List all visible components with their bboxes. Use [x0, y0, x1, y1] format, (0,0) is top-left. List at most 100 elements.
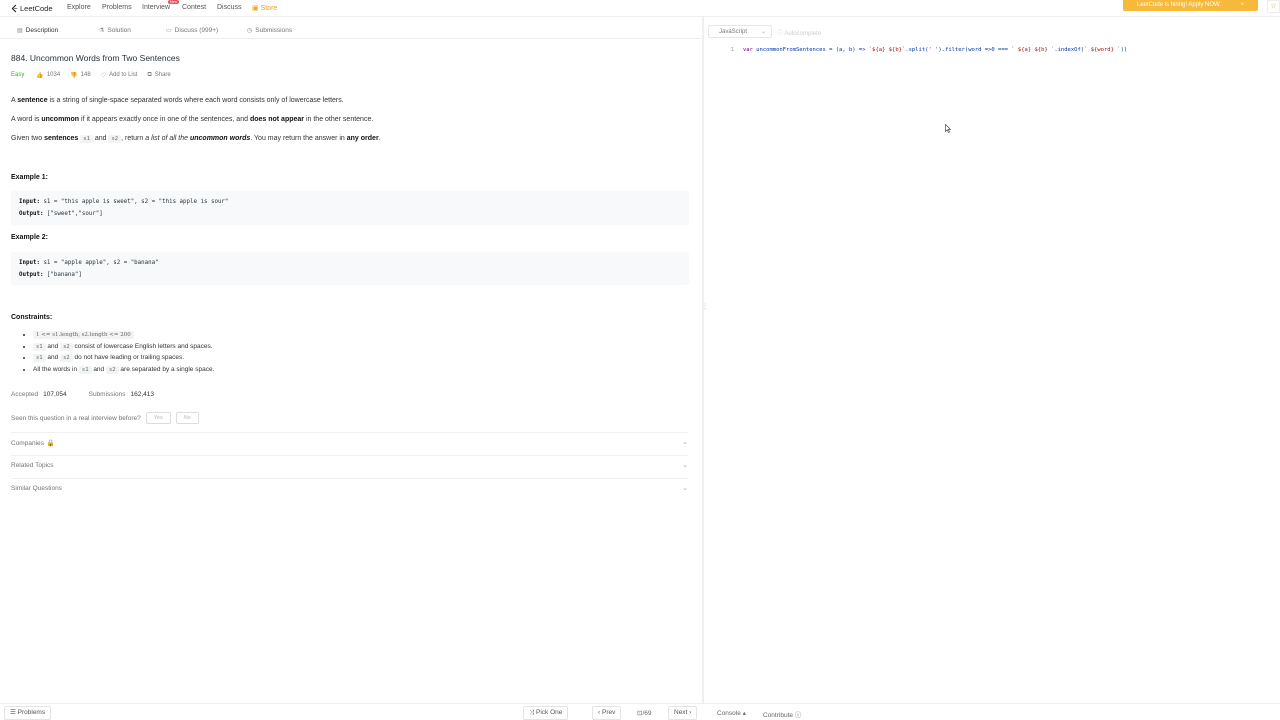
- share-button[interactable]: ⧉ Share: [147, 72, 170, 79]
- interview-question-text: Seen this question in a real interview b…: [11, 414, 141, 422]
- thumbs-up-icon: 👍: [36, 72, 44, 79]
- nav-discuss[interactable]: Discuss: [217, 4, 242, 11]
- logo[interactable]: LeetCode: [11, 3, 53, 14]
- output-value: ["banana"]: [43, 271, 82, 278]
- code-template-string: `${a} ${b}`: [868, 47, 906, 53]
- text: . You may return the answer in: [250, 135, 347, 142]
- accordion-related-topics[interactable]: Related Topics ⌄: [11, 455, 688, 477]
- promo-banner[interactable]: LeetCode is hiring! Apply NOW. ×: [1123, 0, 1258, 11]
- accordion-similar-questions[interactable]: Similar Questions ⌄: [11, 478, 688, 500]
- inline-code: s2: [60, 354, 73, 362]
- next-button[interactable]: Next ›: [668, 706, 698, 720]
- text: Given two: [11, 135, 45, 142]
- text: and: [45, 354, 61, 361]
- code-editor-panel: JavaScript ⌄ ⓘ Autocomplete 1 var uncomm…: [704, 17, 1280, 703]
- autocomplete-label: Autocomplete: [784, 31, 822, 37]
- input-value: s1 = "apple apple", s2 = "banana": [39, 260, 159, 266]
- bold-text: sentences: [44, 135, 79, 142]
- autocomplete-toggle[interactable]: ⓘ Autocomplete: [777, 28, 821, 37]
- example-1-heading: Example 1:: [11, 174, 48, 181]
- add-to-list-label: Add to List: [109, 72, 138, 78]
- accordion-label: Similar Questions: [11, 485, 62, 492]
- input-label: Input:: [19, 260, 40, 266]
- nav-store[interactable]: ▣ Store: [252, 4, 277, 12]
- problems-button[interactable]: ☰ Problems: [4, 706, 52, 720]
- line-number: 1: [730, 47, 734, 53]
- description-panel: ▤ Description ⚗ Solution ▭ Discuss (999+) ◷…: [0, 17, 702, 703]
- text: and: [91, 365, 106, 373]
- nav-contest[interactable]: Contest: [182, 4, 206, 11]
- bold-italic-text: uncommon words: [189, 135, 251, 142]
- submission-stats: Accepted 107,054 Submissions 162,413: [11, 391, 176, 398]
- tab-discuss[interactable]: ▭ Discuss (999+): [166, 27, 218, 34]
- code-text: ).filter(word =>0 ===: [938, 47, 1012, 53]
- store-icon: ▣: [252, 5, 261, 12]
- prev-button[interactable]: ‹ Prev: [592, 706, 622, 720]
- tab-label: Solution: [107, 27, 131, 34]
- inline-code: s1: [33, 342, 46, 351]
- text: .: [378, 135, 381, 142]
- heart-icon: ♡: [100, 72, 107, 79]
- dislike-button[interactable]: 👎 148: [70, 72, 91, 79]
- leetcode-logo-icon: [11, 4, 18, 13]
- close-icon[interactable]: ×: [1240, 0, 1244, 11]
- output-value: ["sweet","sour"]: [43, 210, 103, 217]
- text: do not have leading or trailing spaces.: [72, 354, 185, 361]
- text: and: [45, 342, 61, 350]
- contribute-button[interactable]: Contribute ⓘ: [763, 709, 801, 719]
- tab-solution[interactable]: ⚗ Solution: [99, 27, 131, 34]
- comment-icon: ▭: [166, 28, 172, 34]
- submissions-label: Submissions: [88, 391, 126, 398]
- page-indicator[interactable]: ⊡/69: [637, 709, 652, 717]
- pick-one-button[interactable]: ⤨ Pick One: [523, 706, 569, 720]
- tab-submissions[interactable]: ◷ Submissions: [247, 27, 292, 34]
- problem-title: 884. Uncommon Words from Two Sentences: [11, 53, 180, 63]
- add-to-list-button[interactable]: ♡ Add to List: [101, 72, 138, 79]
- description-paragraph-3: Given two sentences s1 and s2, return a …: [11, 135, 381, 143]
- editor-toolbar: JavaScript ⌄ ⓘ Autocomplete: [704, 22, 1280, 40]
- submissions-count: 162,413: [130, 391, 154, 398]
- language-value: JavaScript: [719, 29, 748, 35]
- inline-code: s1: [80, 135, 93, 143]
- text: if it appears exactly once in one of the…: [79, 116, 250, 123]
- no-button[interactable]: No: [175, 412, 199, 424]
- constraint-item: 1 <= s1.length, s2.length <= 200: [33, 329, 214, 341]
- constraint-item: All the words in s1 and s2 are separated…: [33, 364, 214, 376]
- example-2-input: Input: s1 = "apple apple", s2 = "banana": [19, 258, 681, 270]
- pick-one-label: Pick One: [536, 709, 563, 716]
- text: is a string of single-space separated wo…: [47, 97, 344, 104]
- nav-interview[interactable]: Interview: [142, 4, 170, 11]
- bottom-bar: ☰ Problems ⤨ Pick One ‹ Prev ⊡/69 Next ›…: [0, 703, 1280, 720]
- chevron-right-icon: ›: [687, 709, 692, 716]
- inline-code: s1: [33, 354, 46, 362]
- accordion-label: Related Topics: [11, 462, 54, 469]
- text: and: [92, 135, 109, 142]
- like-button[interactable]: 👍 1034: [36, 72, 60, 79]
- text: All the words in: [33, 365, 79, 373]
- input-label: Input:: [19, 199, 40, 205]
- tab-description[interactable]: ▤ Description: [17, 27, 58, 34]
- yes-button[interactable]: Yes: [145, 412, 171, 424]
- top-navbar: LeetCode Explore Problems Interview New …: [0, 0, 1280, 17]
- nav-problems[interactable]: Problems: [102, 4, 132, 11]
- share-label: Share: [154, 72, 171, 78]
- code-text: uncommonFromSentences = (a, b) =>: [752, 47, 869, 53]
- clock-icon: ◷: [247, 28, 253, 34]
- share-icon: ⧉: [147, 71, 152, 78]
- example-1-input: Input: s1 = "this apple is sweet", s2 = …: [19, 197, 681, 209]
- thumbs-down-icon: 👎: [70, 72, 78, 79]
- tab-label: Discuss (999+): [174, 27, 219, 34]
- example-2-block: Input: s1 = "apple apple", s2 = "banana"…: [11, 252, 689, 285]
- nav-explore[interactable]: Explore: [67, 4, 91, 11]
- constraint-formula: 1 <= s1.length, s2.length <= 200: [33, 331, 134, 339]
- accordion-companies[interactable]: Companies 🔒 ⌄: [11, 432, 688, 454]
- code-line[interactable]: var uncommonFromSentences = (a, b) => `$…: [743, 47, 1127, 53]
- example-1-output: Output: ["sweet","sour"]: [19, 209, 681, 221]
- code-template-string: ` ${a} ${b} `: [1011, 47, 1055, 53]
- star-icon[interactable]: ☆: [1267, 0, 1280, 13]
- dislike-count: 148: [80, 72, 91, 78]
- language-select[interactable]: JavaScript ⌄: [708, 25, 772, 38]
- code-text: .split(: [905, 47, 929, 53]
- console-toggle[interactable]: Console ▴: [717, 709, 746, 717]
- contribute-label: Contribute: [763, 712, 793, 719]
